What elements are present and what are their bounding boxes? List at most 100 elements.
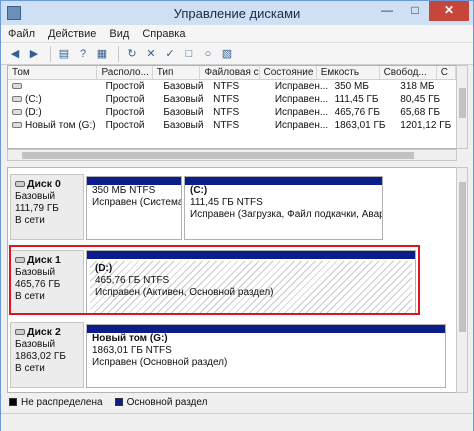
disk-2-label[interactable]: Диск 2 Базовый 1863,02 ГБ В сети: [10, 322, 84, 388]
disk-map-scrollbar[interactable]: [456, 167, 468, 393]
drive-icon: [12, 122, 22, 129]
column-volume[interactable]: Том: [8, 66, 98, 79]
partition-g[interactable]: Новый том (G:) 1863,01 ГБ NTFS Исправен …: [86, 324, 446, 388]
free-space-cell: 1201,12 ГБ: [400, 120, 452, 131]
column-status[interactable]: Состояние: [260, 66, 317, 79]
capacity-cell: 465,76 ГБ: [334, 107, 380, 118]
disk-name: Диск 1: [27, 254, 61, 266]
column-free-space[interactable]: Свобод...: [380, 66, 437, 79]
status-cell: Исправен...: [274, 107, 329, 118]
forward-icon[interactable]: ▶: [26, 46, 42, 62]
status-cell: Исправен...: [274, 94, 329, 105]
partition-color-bar: [87, 251, 415, 259]
partition-title: (C:): [190, 185, 208, 196]
layout-cell: Простой: [105, 120, 145, 131]
menu-file[interactable]: Файл: [1, 28, 41, 40]
status-cell: Исправен...: [274, 81, 329, 92]
status-cell: Исправен...: [274, 120, 329, 131]
volume-name-cell: (C:): [8, 93, 102, 106]
scroll-thumb[interactable]: [459, 182, 466, 332]
partition-color-bar: [87, 325, 445, 333]
capacity-cell: 1863,01 ГБ: [334, 120, 386, 131]
check-icon[interactable]: ✓: [162, 46, 178, 62]
maximize-button[interactable]: □: [401, 1, 429, 21]
scroll-thumb[interactable]: [22, 152, 414, 159]
partition-status: Исправен (Основной раздел): [92, 357, 228, 368]
partition-status: Исправен (Загрузка, Файл подкачки, Авари…: [190, 209, 382, 220]
table-row[interactable]: Новый том (G:) Простой Базовый NTFS Испр…: [8, 119, 456, 132]
drive-icon: [12, 96, 22, 103]
filesystem-cell: NTFS: [213, 107, 240, 118]
properties-icon[interactable]: ▧: [219, 46, 235, 62]
disk-icon: [15, 329, 25, 336]
volume-list-vertical-scrollbar[interactable]: [456, 65, 468, 149]
menu-action[interactable]: Действие: [41, 28, 102, 40]
partition-status: Исправен (Активен, Основной раздел): [95, 287, 274, 298]
column-layout[interactable]: Располо...: [97, 66, 153, 79]
partition-size: 465,76 ГБ NTFS: [95, 275, 170, 286]
delete-icon[interactable]: ✕: [143, 46, 159, 62]
capacity-cell: 350 МБ: [334, 81, 369, 92]
disk-size: 1863,02 ГБ: [15, 351, 66, 362]
disk-map: Диск 0 Базовый 111,79 ГБ В сети 350 МБ N…: [7, 167, 459, 393]
partition-status: Исправен (Система, А: [92, 197, 181, 208]
layout-cell: Простой: [105, 81, 145, 92]
menu-help[interactable]: Справка: [135, 28, 191, 40]
minimize-button[interactable]: —: [373, 1, 401, 21]
disk-type: Базовый: [15, 191, 56, 202]
partition-title: (D:): [95, 263, 113, 274]
table-row[interactable]: (D:) Простой Базовый NTFS Исправен... 46…: [8, 106, 456, 119]
scroll-thumb[interactable]: [459, 88, 466, 118]
disk-state: В сети: [15, 215, 45, 226]
partition-color-bar: [185, 177, 382, 185]
column-percent-free[interactable]: С: [437, 66, 456, 79]
free-space-cell: 80,45 ГБ: [400, 94, 441, 105]
disk-1-label[interactable]: Диск 1 Базовый 465,76 ГБ В сети: [10, 250, 84, 314]
filesystem-cell: NTFS: [213, 94, 240, 105]
folder-icon[interactable]: □: [181, 46, 197, 62]
disk-management-window: Управление дисками — □ ✕ Файл Действие В…: [0, 0, 474, 431]
partition-c[interactable]: (C:) 111,45 ГБ NTFS Исправен (Загрузка, …: [184, 176, 383, 240]
column-filesystem[interactable]: Файловая с...: [200, 66, 260, 79]
disk-0-label[interactable]: Диск 0 Базовый 111,79 ГБ В сети: [10, 174, 84, 240]
volume-name-cell: (D:): [8, 106, 102, 119]
disk-size: 465,76 ГБ: [15, 279, 61, 290]
back-icon[interactable]: ◀: [7, 46, 23, 62]
partition-d[interactable]: (D:) 465,76 ГБ NTFS Исправен (Активен, О…: [86, 250, 416, 315]
volume-list-header: Том Располо... Тип Файловая с... Состоян…: [8, 66, 456, 80]
free-space-cell: 65,68 ГБ: [400, 107, 441, 118]
partition-color-bar: [87, 177, 181, 185]
layout-cell: Простой: [105, 94, 145, 105]
menu-bar: Файл Действие Вид Справка: [1, 25, 473, 43]
volume-list-horizontal-scrollbar[interactable]: [7, 149, 457, 161]
partition-system-reserved[interactable]: 350 МБ NTFS Исправен (Система, А: [86, 176, 182, 240]
view-icon[interactable]: ▤: [56, 46, 72, 62]
filesystem-cell: NTFS: [213, 120, 240, 131]
toolbar-separator: [50, 45, 51, 62]
volume-name-cell: Новый том (G:): [8, 119, 102, 132]
capacity-cell: 111,45 ГБ: [334, 94, 379, 105]
table-row[interactable]: (C:) Простой Базовый NTFS Исправен... 11…: [8, 93, 456, 106]
status-bar: [1, 413, 473, 431]
refresh-icon[interactable]: ↻: [124, 46, 140, 62]
table-row[interactable]: Простой Базовый NTFS Исправен... 350 МБ …: [8, 80, 456, 93]
menu-view[interactable]: Вид: [102, 28, 135, 40]
list-icon[interactable]: ▦: [94, 46, 110, 62]
disk-name: Диск 2: [27, 326, 61, 338]
legend-unallocated: Не распределена: [21, 396, 103, 408]
column-capacity[interactable]: Емкость: [317, 66, 380, 79]
partition-size: 111,45 ГБ NTFS: [190, 197, 263, 208]
type-cell: Базовый: [163, 94, 204, 105]
close-button[interactable]: ✕: [429, 1, 469, 21]
disk-icon: [15, 257, 25, 264]
search-icon[interactable]: ○: [200, 46, 216, 62]
partition-size: 1863,01 ГБ NTFS: [92, 345, 172, 356]
disk-state: В сети: [15, 363, 45, 374]
disk-type: Базовый: [15, 339, 56, 350]
help-icon[interactable]: ?: [75, 46, 91, 62]
legend-swatch-unallocated: [9, 398, 17, 406]
column-type[interactable]: Тип: [153, 66, 201, 79]
legend-swatch-primary: [114, 398, 123, 406]
legend-primary-partition: Основной раздел: [126, 396, 208, 408]
free-space-cell: 318 МБ: [400, 81, 435, 92]
